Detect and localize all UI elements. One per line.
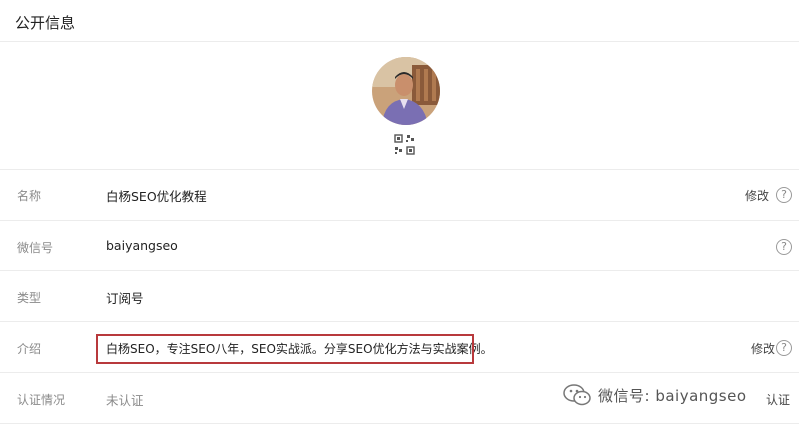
row-label: 介绍 — [17, 342, 42, 356]
help-icon[interactable]: ? — [776, 340, 792, 356]
watermark: 微信号: baiyangseo — [562, 381, 747, 409]
watermark-text: 微信号: baiyangseo — [598, 386, 747, 405]
row-type: 类型 订阅号 — [0, 271, 799, 323]
row-name: 名称 白杨SEO优化教程 修改 ? — [0, 170, 799, 222]
qr-code-icon[interactable] — [392, 134, 418, 156]
row-label: 类型 — [17, 291, 42, 305]
row-label: 微信号 — [17, 241, 54, 255]
avatar-photo — [372, 57, 440, 125]
account-name-value: 白杨SEO优化教程 — [106, 189, 207, 204]
verify-link[interactable]: 认证 — [766, 391, 790, 408]
row-wechat-id: 微信号 baiyangseo ? — [0, 221, 799, 273]
wechat-id-value: baiyangseo — [106, 238, 178, 253]
account-type-value: 订阅号 — [106, 291, 144, 306]
wechat-logo-icon — [563, 384, 591, 406]
avatar[interactable] — [372, 57, 440, 125]
divider — [0, 423, 799, 424]
row-label: 认证情况 — [17, 393, 66, 407]
help-icon[interactable]: ? — [776, 187, 792, 203]
help-icon[interactable]: ? — [776, 239, 792, 255]
edit-name-link[interactable]: 修改 — [745, 187, 769, 204]
divider — [0, 41, 799, 42]
edit-intro-link[interactable]: 修改 — [751, 340, 775, 357]
section-title: 公开信息 — [15, 14, 76, 32]
row-label: 名称 — [17, 189, 42, 203]
verification-status-value: 未认证 — [106, 393, 144, 408]
highlight-annotation — [96, 334, 474, 364]
